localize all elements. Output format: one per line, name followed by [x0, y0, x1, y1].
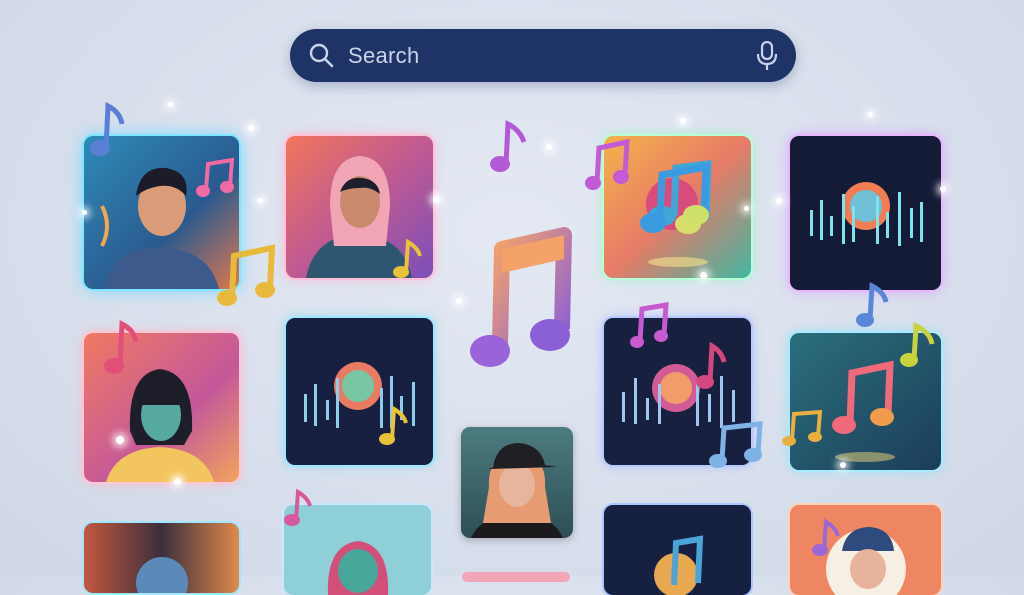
music-note-icon [640, 162, 710, 235]
album-tile-equalizer-2[interactable] [286, 318, 433, 465]
sparkle [868, 112, 873, 117]
music-note-icon [782, 409, 823, 446]
music-note-icon [490, 120, 528, 174]
sparkle [940, 186, 946, 192]
album-tile-bottom-5[interactable] [462, 572, 570, 582]
music-note-icon [856, 282, 889, 330]
sparkle [174, 478, 181, 485]
album-tile-bottom-1[interactable] [84, 523, 239, 593]
search-icon [308, 42, 334, 68]
sparkle [248, 125, 254, 131]
music-note-icon [900, 322, 936, 370]
search-input[interactable]: Search [348, 43, 420, 69]
sparkle [680, 118, 686, 124]
album-tile-photo-woman-cap[interactable] [461, 427, 573, 538]
sparkle [456, 298, 462, 304]
sparkle [546, 144, 552, 150]
music-note-icon [630, 302, 669, 349]
music-note-icon [284, 488, 312, 528]
music-note-icon [696, 341, 727, 392]
music-note-icon [104, 320, 139, 376]
sparkle [433, 196, 440, 203]
music-note-icon [216, 244, 278, 308]
music-note-icon [708, 421, 763, 468]
sparkle [776, 198, 782, 204]
search-bar[interactable]: Search [290, 29, 796, 82]
sparkle [82, 210, 87, 215]
music-note-icon [378, 405, 408, 447]
music-note-icon [470, 227, 572, 375]
sparkle [258, 198, 263, 203]
sparkle [168, 102, 173, 107]
music-note-icon [585, 138, 630, 192]
album-tile-bottom-3[interactable] [604, 505, 751, 595]
microphone-icon[interactable] [756, 40, 778, 71]
album-tile-equalizer-1[interactable] [790, 136, 941, 290]
music-note-icon [90, 102, 125, 158]
sparkle [116, 436, 124, 444]
sparkle [840, 462, 846, 468]
sparkle [700, 272, 707, 279]
music-note-icon [392, 238, 422, 280]
sparkle [744, 206, 749, 211]
music-note-icon [812, 518, 840, 558]
music-note-icon [196, 157, 235, 198]
